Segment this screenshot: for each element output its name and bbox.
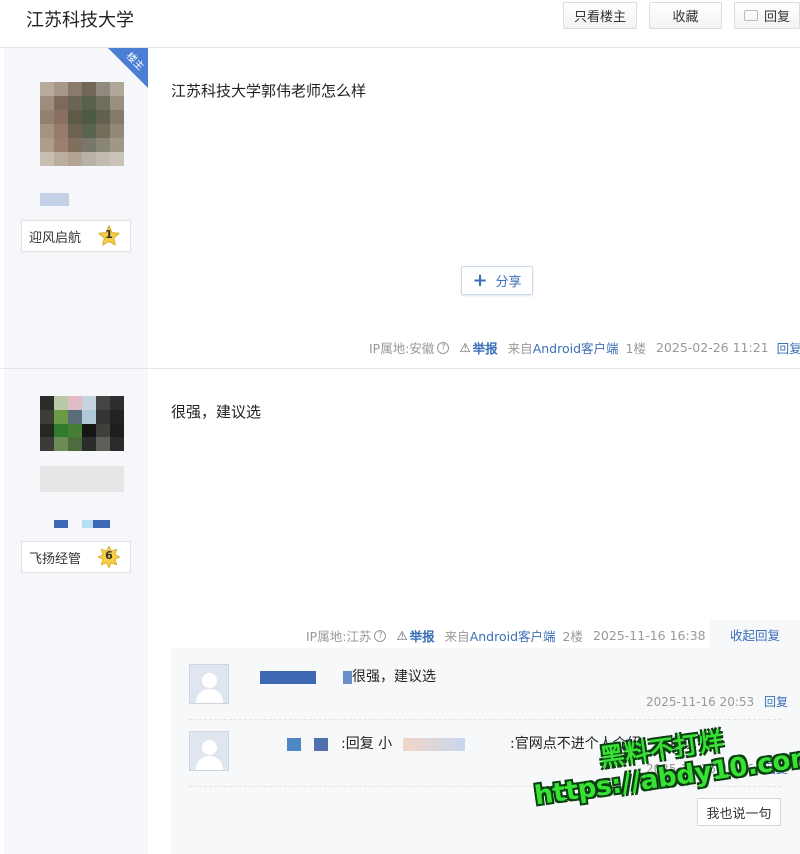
- comment-time: 2025-11-16 20:53 回复: [646, 695, 788, 709]
- comment-divider: [189, 719, 781, 720]
- author-avatar[interactable]: [40, 82, 124, 166]
- collapse-replies-button[interactable]: 收起回复: [710, 620, 800, 648]
- badge-redacted: [54, 520, 68, 528]
- post-content: 江苏科技大学郭伟老师怎么样: [171, 82, 367, 100]
- ip-location: IP属地:江苏: [306, 629, 372, 644]
- author-column: [4, 48, 148, 854]
- username-redacted: [40, 466, 124, 492]
- reply-button[interactable]: 回复: [734, 2, 800, 29]
- top-bar: 江苏科技大学 只看楼主 收藏 回复: [0, 0, 800, 48]
- commenter-avatar[interactable]: [189, 731, 229, 771]
- level-name: 迎风启航: [29, 230, 82, 246]
- report-link[interactable]: ⚠ 举报: [396, 626, 434, 645]
- commenter-name-redacted: [260, 671, 316, 684]
- author-avatar[interactable]: [40, 396, 124, 451]
- source-prefix: 来自: [444, 629, 470, 644]
- source-link[interactable]: Android客户端: [533, 338, 619, 357]
- commenter-name-redacted: [343, 671, 352, 684]
- only-host-button[interactable]: 只看楼主: [563, 2, 637, 29]
- comment-text: 很强，建议选: [352, 669, 436, 685]
- floor-number: 2楼: [562, 629, 583, 644]
- comment-reply-link[interactable]: 回复: [764, 695, 788, 709]
- forum-title[interactable]: 江苏科技大学: [26, 6, 134, 32]
- floor-number: 1楼: [625, 341, 646, 356]
- share-label: 分享: [495, 275, 522, 290]
- report-link[interactable]: ⚠ 举报: [459, 338, 497, 357]
- help-icon[interactable]: ?: [374, 629, 387, 642]
- reply-link[interactable]: 回复: [777, 338, 800, 357]
- level-name: 飞扬经管: [29, 551, 82, 567]
- member-level-tag[interactable]: 飞扬经管 6: [21, 541, 131, 573]
- warning-icon: ⚠: [396, 628, 408, 643]
- member-level-tag[interactable]: 迎风启航 1: [21, 220, 131, 252]
- comment-icon: [743, 10, 758, 21]
- reply-target-redacted: [403, 738, 465, 751]
- warning-icon: ⚠: [459, 340, 471, 355]
- share-button[interactable]: + 分享: [461, 266, 533, 295]
- post-time: 2025-02-26 11:21: [655, 340, 769, 355]
- favorite-button[interactable]: 收藏: [649, 2, 722, 29]
- post-meta: IP属地:江苏 ? ⚠ 举报 来自 Android客户端 2楼 2025-11-…: [306, 626, 706, 645]
- ip-location: IP属地:安徽: [369, 341, 435, 356]
- source-link[interactable]: Android客户端: [470, 626, 556, 645]
- badge-redacted: [82, 520, 110, 528]
- post-divider: [0, 368, 800, 369]
- post-meta: IP属地:安徽 ? ⚠ 举报 来自 Android客户端 1楼 2025-02-…: [369, 338, 800, 357]
- help-icon[interactable]: ?: [437, 341, 450, 354]
- username-redacted: [40, 193, 69, 206]
- level-star-icon: 1: [97, 224, 121, 247]
- level-star-icon: 6: [97, 545, 121, 569]
- source-prefix: 来自: [507, 341, 533, 356]
- commenter-name-redacted: [287, 738, 301, 751]
- reply-button-label: 回复: [763, 10, 790, 25]
- reply-prefix: :回复 小: [341, 736, 393, 752]
- commenter-name-redacted: [314, 738, 328, 751]
- commenter-avatar[interactable]: [189, 664, 229, 704]
- post-content: 很强，建议选: [171, 403, 262, 421]
- plus-icon: +: [472, 270, 488, 291]
- post-time: 2025-11-16 16:38: [592, 628, 706, 643]
